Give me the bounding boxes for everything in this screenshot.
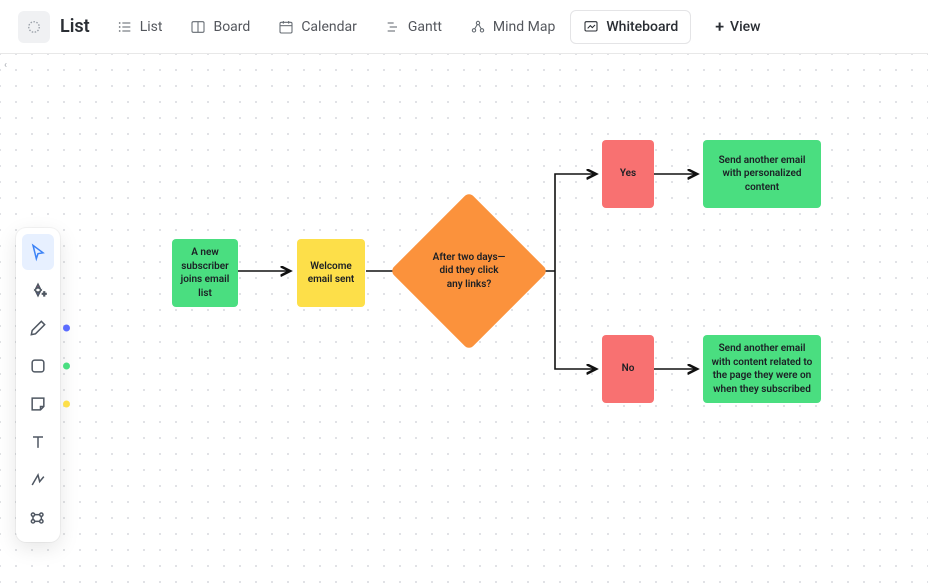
node-no[interactable]: No: [602, 335, 654, 403]
topbar: List List Board Calendar Gantt Mind Map …: [0, 0, 928, 54]
title-chip: List: [18, 11, 90, 43]
list-type-icon[interactable]: [18, 11, 50, 43]
node-decision-text: After two days—did they click any links?: [413, 215, 525, 327]
node-decision[interactable]: After two days—did they click any links?: [413, 215, 525, 327]
whiteboard-toolbox: +: [16, 228, 60, 542]
tab-board[interactable]: Board: [177, 10, 263, 44]
node-start[interactable]: A new subscriber joins email list: [172, 239, 238, 307]
tab-gantt-label: Gantt: [408, 19, 442, 35]
node-yes-text: Yes: [620, 167, 636, 181]
node-no-action[interactable]: Send another email with content related …: [703, 335, 821, 403]
add-view-label: View: [730, 19, 761, 35]
page-title: List: [60, 16, 90, 37]
node-no-action-text: Send another email with content related …: [711, 342, 813, 396]
tool-more[interactable]: [22, 500, 54, 536]
node-yes-action-text: Send another email with personalized con…: [711, 154, 813, 195]
plus-icon: +: [715, 17, 724, 36]
tab-gantt[interactable]: Gantt: [372, 10, 455, 44]
tab-mindmap-label: Mind Map: [493, 19, 555, 35]
add-view-button[interactable]: + View: [703, 9, 772, 44]
tab-mindmap[interactable]: Mind Map: [457, 10, 568, 44]
tool-sticky[interactable]: [22, 386, 54, 422]
tool-shape-color-dot: [63, 363, 70, 370]
tab-whiteboard-label: Whiteboard: [606, 19, 678, 35]
tool-cursor[interactable]: [22, 234, 54, 270]
tab-list-label: List: [140, 19, 163, 35]
view-tabs: List Board Calendar Gantt Mind Map White…: [104, 10, 692, 44]
tool-text[interactable]: [22, 424, 54, 460]
tool-pen[interactable]: [22, 310, 54, 346]
tab-list[interactable]: List: [104, 10, 176, 44]
tool-ai[interactable]: +: [22, 272, 54, 308]
tab-calendar-label: Calendar: [301, 19, 357, 35]
tab-whiteboard[interactable]: Whiteboard: [570, 10, 691, 44]
svg-text:+: +: [42, 290, 46, 299]
node-yes[interactable]: Yes: [602, 140, 654, 208]
tool-connector[interactable]: [22, 462, 54, 498]
tab-calendar[interactable]: Calendar: [265, 10, 370, 44]
tab-board-label: Board: [213, 19, 250, 35]
node-no-text: No: [622, 362, 635, 376]
tool-shape[interactable]: [22, 348, 54, 384]
node-start-text: A new subscriber joins email list: [180, 246, 230, 300]
node-welcome[interactable]: Welcome email sent: [297, 239, 365, 307]
tool-pen-color-dot: [63, 325, 70, 332]
node-welcome-text: Welcome email sent: [305, 260, 357, 287]
node-yes-action[interactable]: Send another email with personalized con…: [703, 140, 821, 208]
tool-sticky-color-dot: [63, 401, 70, 408]
whiteboard-canvas[interactable]: A new subscriber joins email list Welcom…: [0, 54, 928, 584]
